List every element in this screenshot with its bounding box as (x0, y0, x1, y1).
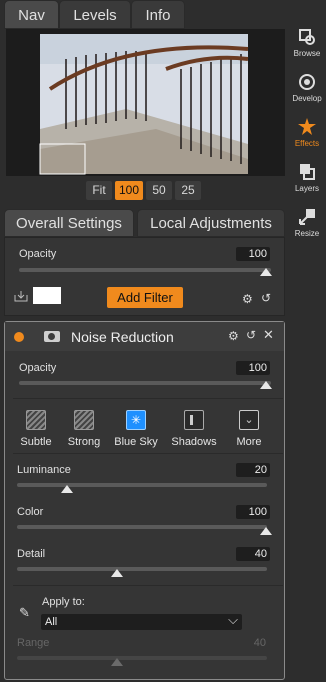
navigator-panel (6, 29, 285, 176)
tab-nav[interactable]: Nav (4, 0, 59, 29)
detail-value[interactable]: 40 (236, 547, 270, 561)
brush-icon[interactable]: ✎ (19, 605, 30, 621)
shadows-preset-icon (184, 410, 204, 430)
luminance-value[interactable]: 20 (236, 463, 270, 477)
filter-enable-dot[interactable] (14, 332, 24, 342)
sidebar-item-develop[interactable]: Develop (288, 72, 326, 103)
color-value[interactable]: 100 (236, 505, 270, 519)
blue-sky-preset-icon: ✳ (126, 410, 146, 430)
range-slider (17, 656, 267, 660)
sidebar-item-layers[interactable]: Layers (288, 162, 326, 193)
zoom-100-button[interactable]: 100 (115, 181, 143, 200)
browse-icon (297, 27, 317, 47)
sidebar-item-effects[interactable]: Effects (288, 117, 326, 148)
strong-preset-icon (74, 410, 94, 430)
zoom-25-button[interactable]: 25 (175, 181, 201, 200)
preset-more-label: More (236, 436, 262, 448)
gear-icon[interactable]: ⚙ (242, 292, 253, 306)
filter-opacity-slider[interactable] (19, 381, 271, 385)
preset-strong-button[interactable]: Strong (59, 410, 109, 448)
overall-opacity-label: Opacity (19, 248, 57, 260)
preset-subtle-label: Subtle (20, 436, 52, 448)
preset-blue-sky-button[interactable]: ✳ Blue Sky (111, 410, 161, 448)
filter-opacity-value[interactable]: 100 (236, 361, 270, 375)
tab-overall-settings[interactable]: Overall Settings (4, 209, 134, 237)
zoom-fit-button[interactable]: Fit (86, 181, 112, 200)
sidebar-label-layers: Layers (294, 184, 319, 193)
detail-label: Detail (17, 548, 46, 560)
tab-info[interactable]: Info (131, 0, 185, 29)
import-icon[interactable] (14, 290, 28, 302)
color-slider[interactable] (17, 525, 267, 529)
chevron-down-icon: ⌵ (228, 612, 238, 627)
detail-thumb[interactable] (111, 569, 123, 577)
preset-more-button[interactable]: ⌄ More (224, 410, 274, 448)
luminance-label: Luminance (17, 464, 71, 476)
luminance-slider[interactable] (17, 483, 267, 487)
sidebar-item-browse[interactable]: Browse (288, 27, 326, 58)
effects-icon (297, 117, 317, 137)
filter-reset-icon[interactable]: ↺ (246, 328, 256, 342)
range-value: 40 (253, 637, 266, 649)
mask-thumbnail[interactable] (33, 287, 61, 304)
overall-opacity-slider[interactable] (19, 268, 271, 272)
apply-to-label: Apply to: (42, 596, 85, 608)
range-label: Range (17, 637, 50, 649)
range-thumb (111, 658, 123, 666)
preset-strong-label: Strong (67, 436, 101, 448)
mask-icon[interactable] (44, 331, 60, 342)
overall-settings-panel: Opacity 100 Add Filter ⚙ ↺ (4, 237, 285, 316)
chevron-down-icon: ⌄ (239, 410, 259, 430)
filter-title: Noise Reduction (71, 329, 174, 345)
subtle-preset-icon (26, 410, 46, 430)
sidebar-label-effects: Effects (294, 139, 320, 148)
overall-opacity-thumb[interactable] (260, 268, 272, 276)
filter-gear-icon[interactable]: ⚙ (228, 329, 239, 343)
detail-slider[interactable] (17, 567, 267, 571)
develop-icon (297, 72, 317, 92)
noise-reduction-panel: Noise Reduction ⚙ ↺ ✕ Opacity 100 Subtle… (4, 321, 285, 680)
resize-icon (297, 207, 317, 227)
tab-levels[interactable]: Levels (59, 0, 131, 29)
navigator-thumbnail[interactable] (6, 29, 285, 176)
luminance-thumb[interactable] (61, 485, 73, 493)
sidebar-label-resize: Resize (294, 229, 320, 238)
close-icon[interactable]: ✕ (263, 327, 274, 343)
color-thumb[interactable] (260, 527, 272, 535)
preset-blue-sky-label: Blue Sky (114, 436, 158, 448)
sidebar-label-browse: Browse (293, 49, 321, 58)
apply-to-select[interactable]: All ⌵ (41, 612, 242, 630)
overall-opacity-value[interactable]: 100 (236, 247, 270, 261)
filter-opacity-label: Opacity (19, 362, 57, 374)
filter-opacity-thumb[interactable] (260, 381, 272, 389)
tab-local-adjustments[interactable]: Local Adjustments (137, 209, 285, 237)
preset-shadows-button[interactable]: Shadows (169, 410, 219, 448)
sidebar-label-develop: Develop (292, 94, 322, 103)
apply-to-value: All (45, 616, 58, 628)
zoom-50-button[interactable]: 50 (146, 181, 172, 200)
preset-shadows-label: Shadows (171, 436, 217, 448)
preset-subtle-button[interactable]: Subtle (11, 410, 61, 448)
layers-icon (297, 162, 317, 182)
reset-icon[interactable]: ↺ (261, 291, 271, 305)
color-label: Color (17, 506, 44, 518)
add-filter-button[interactable]: Add Filter (107, 287, 183, 308)
sidebar-item-resize[interactable]: Resize (288, 207, 326, 238)
